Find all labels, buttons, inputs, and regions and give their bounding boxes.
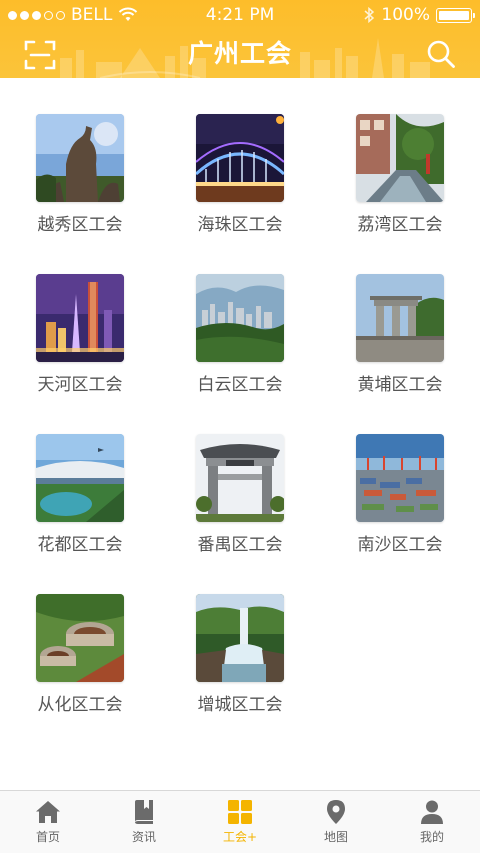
district-label: 白云区工会: [197, 375, 283, 395]
district-photo: [196, 594, 284, 682]
tab-profile[interactable]: 我的: [384, 791, 480, 853]
district-tile-baiyun[interactable]: 白云区工会: [180, 274, 300, 414]
header-bar: BELL 4:21 PM 100% 广州工会: [0, 0, 480, 78]
bottom-tab-bar: 首页 资讯 工会+ 地图 我的: [0, 790, 480, 853]
district-tile-panyu[interactable]: 番禺区工会: [180, 434, 300, 574]
status-right: 100%: [363, 5, 475, 25]
district-label: 海珠区工会: [197, 215, 283, 235]
district-label: 从化区工会: [37, 695, 123, 715]
district-photo: [196, 274, 284, 362]
tab-union-plus[interactable]: 工会+: [192, 791, 288, 853]
district-tile-haizhu[interactable]: 海珠区工会: [180, 114, 300, 254]
district-photo: [356, 274, 444, 362]
tab-label: 资讯: [131, 830, 156, 844]
district-tile-tianhe[interactable]: 天河区工会: [20, 274, 140, 414]
district-photo: [356, 434, 444, 522]
tab-home[interactable]: 首页: [0, 791, 96, 853]
app-screen: BELL 4:21 PM 100% 广州工会 越秀区工会 海珠区工会 荔湾区工会…: [0, 0, 480, 853]
district-photo: [36, 594, 124, 682]
district-tile-yuexiu[interactable]: 越秀区工会: [20, 114, 140, 254]
tab-map[interactable]: 地图: [288, 791, 384, 853]
district-label: 黄埔区工会: [357, 375, 443, 395]
page-title: 广州工会: [187, 39, 292, 68]
district-tile-conghua[interactable]: 从化区工会: [20, 594, 140, 734]
district-label: 越秀区工会: [37, 215, 123, 235]
district-photo: [196, 434, 284, 522]
search-icon[interactable]: [426, 39, 456, 69]
home-icon: [36, 801, 60, 823]
tab-label: 我的: [419, 830, 444, 844]
district-tile-huadu[interactable]: 花都区工会: [20, 434, 140, 574]
tab-label: 地图: [323, 830, 348, 844]
district-label: 天河区工会: [37, 375, 123, 395]
grid-icon: [228, 800, 252, 824]
district-label: 番禺区工会: [197, 535, 283, 555]
district-tile-huangpu[interactable]: 黄埔区工会: [340, 274, 460, 414]
district-photo: [356, 114, 444, 202]
tab-label: 工会+: [222, 830, 258, 844]
district-label: 增城区工会: [197, 695, 283, 715]
book-icon: [135, 800, 153, 824]
district-label: 花都区工会: [37, 535, 123, 555]
district-photo: [196, 114, 284, 202]
district-tile-liwan[interactable]: 荔湾区工会: [340, 114, 460, 254]
district-photo: [36, 114, 124, 202]
user-icon: [421, 800, 443, 824]
status-bar: BELL 4:21 PM 100%: [0, 0, 480, 30]
district-photo: [36, 274, 124, 362]
district-tile-zengcheng[interactable]: 增城区工会: [180, 594, 300, 734]
map-pin-icon: [327, 800, 345, 824]
battery-percent: 100%: [381, 5, 430, 25]
battery-icon: [436, 7, 475, 23]
district-photo: [36, 434, 124, 522]
tab-news[interactable]: 资讯: [96, 791, 192, 853]
district-label: 荔湾区工会: [357, 215, 443, 235]
district-tile-nansha[interactable]: 南沙区工会: [340, 434, 460, 574]
tab-label: 首页: [35, 830, 60, 844]
district-label: 南沙区工会: [357, 535, 443, 555]
bluetooth-icon: [364, 6, 375, 24]
